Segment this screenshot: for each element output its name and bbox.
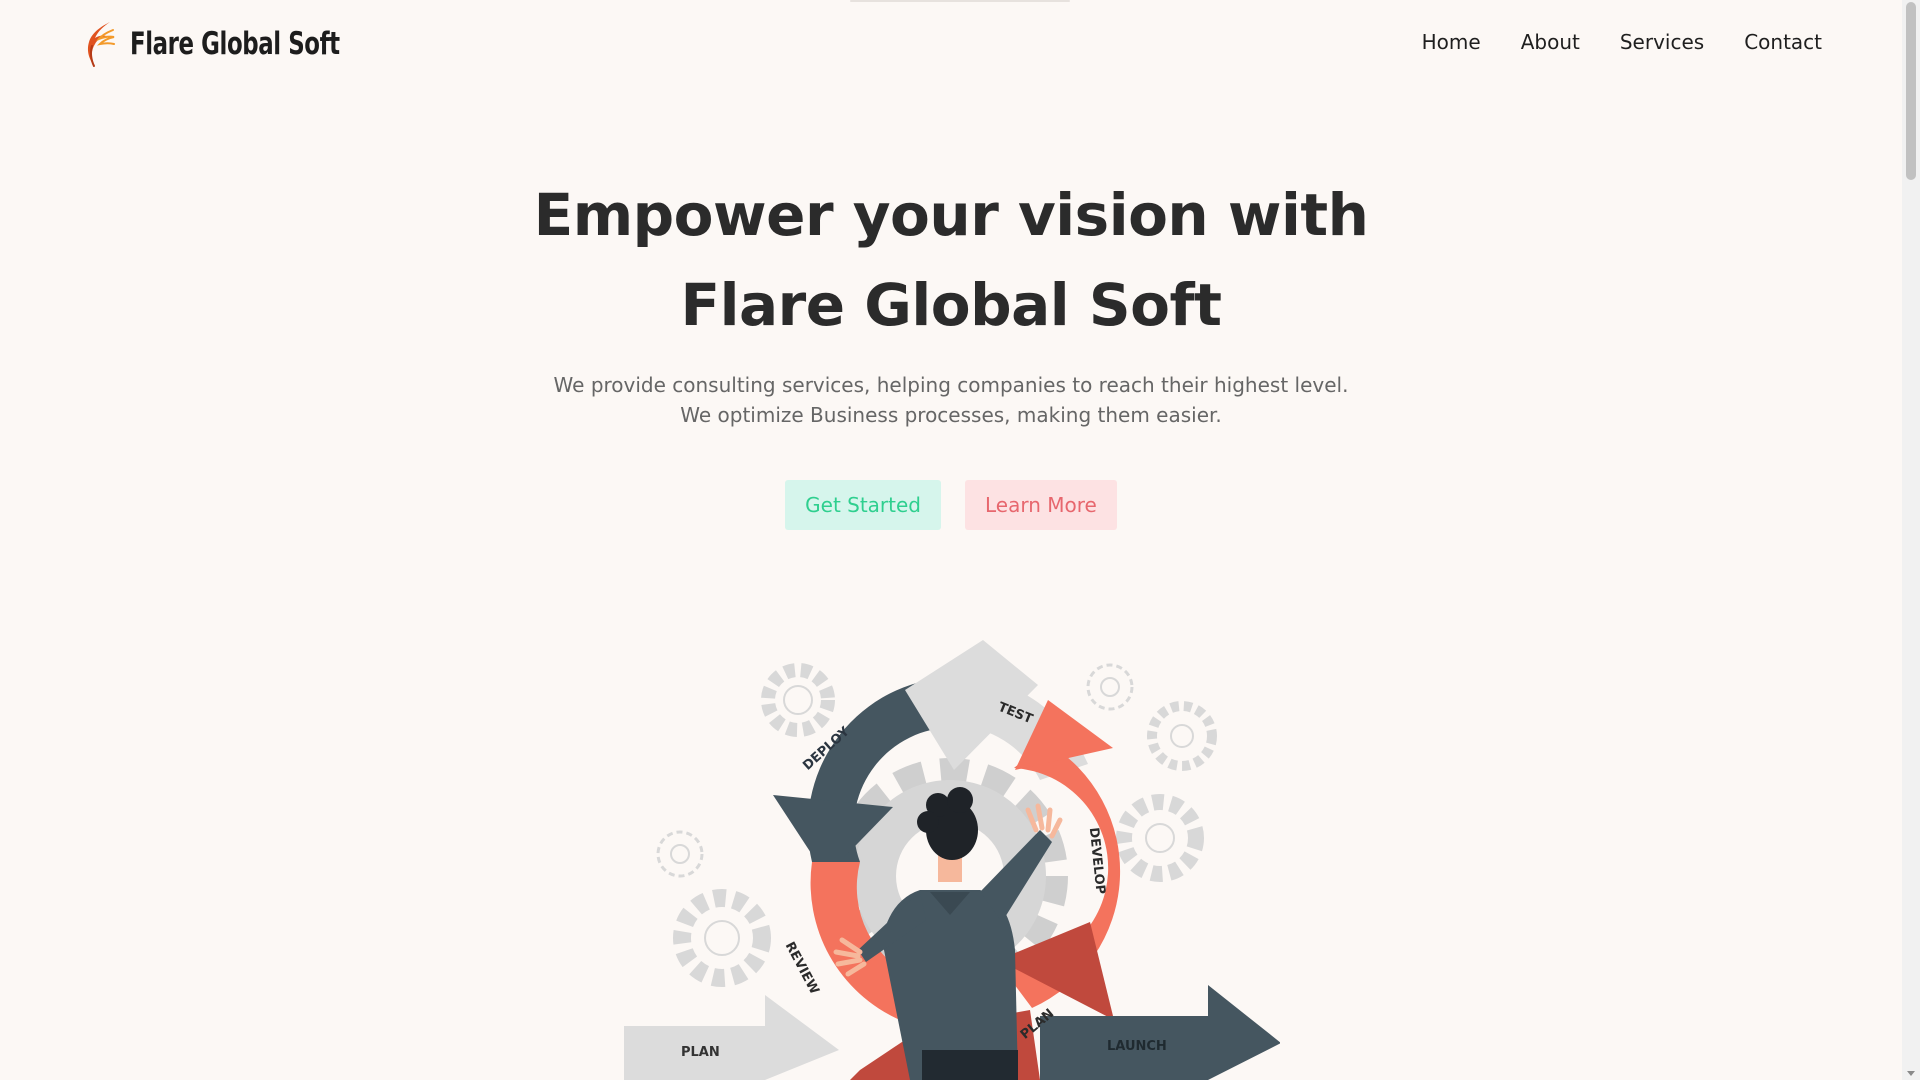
label-launch: LAUNCH [1107, 1039, 1167, 1054]
hero-subtitle: We provide consulting services, helping … [0, 370, 1902, 430]
nav-about[interactable]: About [1521, 30, 1580, 54]
hero-cta-group: Get Started Learn More [0, 480, 1902, 530]
page-scrollbar[interactable] [1902, 0, 1920, 1080]
chevron-down-icon[interactable] [1907, 1071, 1915, 1076]
flame-feather-icon [87, 22, 115, 67]
hero-section: Empower your vision with Flare Global So… [0, 170, 1902, 430]
brand-name: Flare Global Soft [130, 26, 340, 62]
scrollbar-thumb[interactable] [1906, 2, 1916, 180]
hero-subtitle-line1: We provide consulting services, helping … [553, 373, 1349, 397]
nav-services[interactable]: Services [1620, 30, 1704, 54]
main-nav: Home About Services Contact [1422, 30, 1822, 54]
learn-more-button[interactable]: Learn More [965, 480, 1117, 530]
hero-title-line2: Flare Global Soft [680, 271, 1222, 339]
get-started-button[interactable]: Get Started [785, 480, 941, 530]
plan-arrow [624, 995, 839, 1080]
hero-title-line1: Empower your vision with [533, 181, 1369, 249]
label-review: REVIEW [782, 940, 822, 997]
browser-viewport: Flare Global Soft Home About Services Co… [0, 0, 1902, 1080]
brand-home-link[interactable]: Flare Global Soft [82, 20, 386, 68]
hero-title: Empower your vision with Flare Global So… [0, 170, 1902, 350]
nav-home[interactable]: Home [1422, 30, 1481, 54]
hero-subtitle-line2: We optimize Business processes, making t… [680, 403, 1222, 427]
site-header: Flare Global Soft Home About Services Co… [0, 0, 1902, 90]
label-plan-arrow: PLAN [681, 1045, 720, 1060]
hero-illustration: TEST DEPLOY DEVELOP REVIEW PLAN PLAN LAU… [620, 630, 1280, 1080]
nav-contact[interactable]: Contact [1744, 30, 1822, 54]
development-cycle-illustration: TEST DEPLOY DEVELOP REVIEW PLAN PLAN LAU… [624, 640, 1280, 1080]
